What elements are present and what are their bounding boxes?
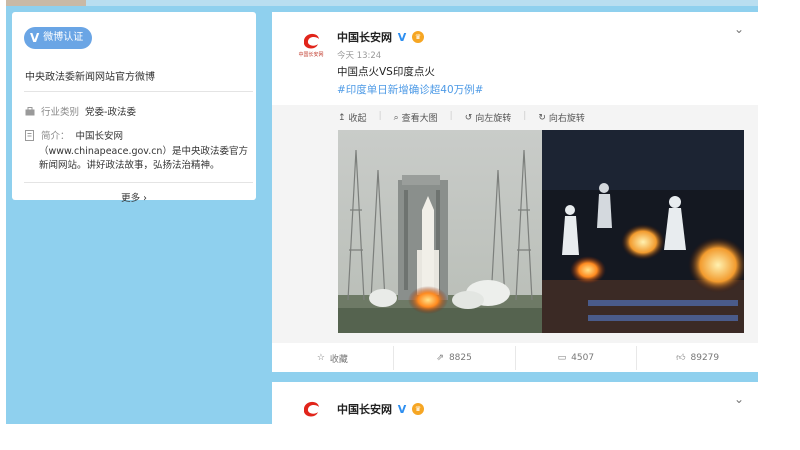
avatar-logo[interactable] [294,396,328,430]
thumbs-up-icon: 👍︎ [676,353,686,363]
toolbar-separator: | [449,111,453,121]
verified-icon: V [397,402,407,416]
media-toolbar: ↥ 收起 | ⌕ 查看大图 | ↺ 向左旋转 | ↻ 向右旋转 [338,111,585,124]
page: V 微博认证 中央政法委新闻网站官方微博 行业类别 党委-政法委 简介： 中国长… [0,0,800,450]
more-link[interactable]: 更多 › [12,190,256,204]
rotate-right-icon: ↻ [538,112,546,123]
avatar-logo[interactable]: 中国长安网 [294,28,328,62]
intro-line-2: （www.chinapeace.gov.cn）是中央政法委官方 [39,145,248,157]
industry-row: 行业类别 党委-政法委 [25,104,136,118]
post-time[interactable]: 今天 13:24 [337,49,381,61]
post-author-name[interactable]: 中国长安网 [337,401,392,417]
comment-button[interactable]: ▭ 4507 [516,346,638,370]
cremation-photo [542,130,744,333]
collapse-icon: ↥ [338,112,346,123]
post-actions: ☆ 收藏 ⇗ 8825 ▭ 4507 👍︎ 89279 [272,346,758,370]
repost-icon: ⇗ [436,353,444,363]
repost-button[interactable]: ⇗ 8825 [394,346,516,370]
post-image[interactable] [338,130,744,333]
member-crown-icon: ♛ [412,31,424,43]
media-panel: ↥ 收起 | ⌕ 查看大图 | ↺ 向左旋转 | ↻ 向右旋转 [272,105,758,343]
profile-info-card: V 微博认证 中央政法委新闻网站官方微博 行业类别 党委-政法委 简介： 中国长… [12,12,256,204]
comment-count: 4507 [571,353,595,363]
view-large-button[interactable]: ⌕ 查看大图 [393,111,438,125]
weibo-post: 中国长安网 中国长安网 V ♛ ⌄ 今天 13:24 中国点火VS印度点火 #印… [272,12,758,372]
rotate-left-icon: ↺ [464,112,473,123]
post-author[interactable]: 中国长安网 V ♛ [337,29,424,45]
like-button[interactable]: 👍︎ 89279 [637,346,758,370]
post-author-name[interactable]: 中国长安网 [337,29,392,45]
rotate-left-button[interactable]: ↺ 向左旋转 [464,111,512,125]
info-doc-icon [25,130,34,141]
like-count: 89279 [690,353,720,363]
repost-count: 8825 [448,353,472,363]
industry-label: 行业类别 [41,107,80,118]
intro-line-3: 新闻网站。讲好政法故事，弘扬法治精神。 [39,160,220,171]
toolbar-separator: | [523,111,527,121]
chevron-down-icon[interactable]: ⌄ [734,22,744,36]
weibo-verified-badge[interactable]: V 微博认证 [24,27,93,49]
intro-line-1: 中国长安网 [75,131,124,142]
divider [24,182,253,183]
divider [24,91,253,92]
post-hashtag[interactable]: #印度单日新增确诊超40万例# [337,82,483,97]
collapse-button[interactable]: ↥ 收起 [338,111,367,125]
rotate-right-label: 向右旋转 [548,114,585,124]
member-crown-icon: ♛ [412,403,424,415]
weibo-post-2: 中国长安网 V ♛ ⌄ [272,382,758,430]
avatar-logo-caption: 中国长安网 [298,51,323,58]
industry-value: 党委-政法委 [85,107,136,118]
composite-photo [338,130,744,333]
post-author[interactable]: 中国长安网 V ♛ [337,401,424,417]
magnifier-icon: ⌕ [393,112,399,123]
intro-block: 简介： 中国长安网 （www.chinapeace.gov.cn）是中央政法委官… [25,130,253,174]
verified-badge-label: 微博认证 [43,32,84,43]
view-large-label: 查看大图 [401,114,438,124]
star-icon: ☆ [316,353,325,363]
post-text: 中国点火VS印度点火 [337,66,435,78]
comment-icon: ▭ [557,353,567,363]
rotate-right-button[interactable]: ↻ 向右旋转 [538,111,585,125]
verified-v-icon: V [30,31,40,45]
favorite-label: 收藏 [329,354,348,365]
official-description: 中央政法委新闻网站官方微博 [25,72,155,83]
rotate-left-label: 向左旋转 [475,114,512,124]
collapse-label: 收起 [348,114,367,124]
briefcase-icon [25,106,35,115]
rocket-launch-photo [338,130,542,333]
favorite-button[interactable]: ☆ 收藏 [272,346,394,370]
chevron-down-icon[interactable]: ⌄ [734,392,744,406]
toolbar-separator: | [378,111,382,121]
intro-label: 简介： [41,131,70,142]
verified-icon: V [397,30,407,44]
